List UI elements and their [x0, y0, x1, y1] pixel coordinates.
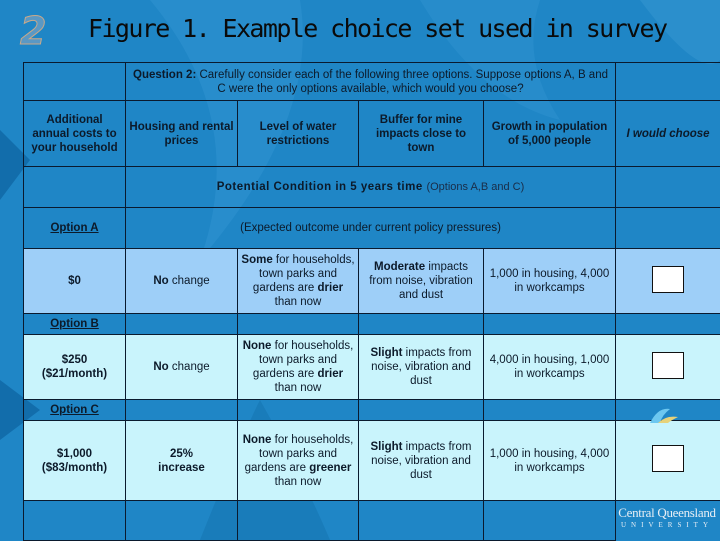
blank-cell	[238, 501, 359, 541]
blank-cell	[359, 501, 484, 541]
text: change	[169, 275, 210, 287]
blank-cell	[359, 400, 484, 421]
blank-cell	[24, 63, 126, 101]
blank-cell	[484, 400, 616, 421]
option-b-growth: 4,000 in housing, 1,000 in workcamps	[484, 335, 616, 400]
bold-text: Some	[241, 254, 272, 266]
blank-cell	[24, 501, 126, 541]
option-c-housing: 25% increase	[126, 421, 238, 501]
text: than now	[275, 476, 322, 488]
option-a-buffer: Moderate impacts from noise, vibration a…	[359, 249, 484, 314]
option-a-choose-cell	[616, 249, 720, 314]
text: change	[169, 361, 210, 373]
blank-cell	[126, 400, 238, 421]
option-a-note: (Expected outcome under current policy p…	[126, 208, 616, 249]
option-b-housing: No change	[126, 335, 238, 400]
option-b-water: None for households, town parks and gard…	[238, 335, 359, 400]
option-c-checkbox[interactable]	[652, 445, 684, 472]
text: 25%	[170, 448, 193, 460]
blank-cell	[616, 314, 720, 335]
header-row: Additional annual costs to your househol…	[24, 101, 720, 167]
option-b-checkbox[interactable]	[652, 352, 684, 379]
blank-cell	[616, 167, 720, 208]
option-c-choose-cell	[616, 421, 720, 501]
text: than now	[275, 382, 322, 394]
option-c-label-row: Option C	[24, 400, 720, 421]
bold-text: drier	[318, 368, 344, 380]
option-c-water: None for households, town parks and gard…	[238, 421, 359, 501]
blank-cell	[616, 208, 720, 249]
bold-text: greener	[309, 462, 351, 474]
bold-text: drier	[318, 282, 344, 294]
option-c-growth: 1,000 in housing, 4,000 in workcamps	[484, 421, 616, 501]
slide-number: 2	[20, 12, 46, 50]
text: ($21/month)	[42, 368, 107, 380]
option-b-buffer: Slight impacts from noise, vibration and…	[359, 335, 484, 400]
text: ($83/month)	[42, 462, 107, 474]
condition-subtitle: (Options A,B and C)	[426, 181, 524, 193]
bold-text: No	[153, 361, 168, 373]
blank-cell	[616, 63, 720, 101]
question-row: Question 2: Carefully consider each of t…	[24, 63, 720, 101]
bold-text: Slight	[371, 347, 403, 359]
question-body: Carefully consider each of the following…	[199, 69, 608, 95]
blank-cell	[484, 501, 616, 541]
question-label: Question 2:	[133, 69, 196, 81]
option-b-label: Option B	[24, 314, 126, 335]
header-buffer: Buffer for mine impacts close to town	[359, 101, 484, 167]
university-logo-icon	[648, 405, 688, 425]
option-b-row: $250 ($21/month) No change None for house…	[24, 335, 720, 400]
option-a-housing: No change	[126, 249, 238, 314]
blank-cell	[484, 314, 616, 335]
bold-text: Moderate	[374, 261, 425, 273]
bold-text: None	[243, 340, 272, 352]
header-choose: I would choose	[616, 101, 720, 167]
option-a-label: Option A	[24, 208, 126, 249]
blank-cell	[24, 167, 126, 208]
bold-text: None	[243, 434, 272, 446]
text: increase	[158, 462, 205, 474]
bold-text: Slight	[371, 441, 403, 453]
text: $1,000	[57, 448, 92, 460]
option-a-water: Some for households, town parks and gard…	[238, 249, 359, 314]
blank-cell	[238, 400, 359, 421]
blank-cell	[359, 314, 484, 335]
bold-text: No	[153, 275, 168, 287]
header-cost: Additional annual costs to your househol…	[24, 101, 126, 167]
option-c-cost: $1,000 ($83/month)	[24, 421, 126, 501]
text: $250	[62, 354, 88, 366]
question-text: Question 2: Carefully consider each of t…	[126, 63, 616, 101]
blank-cell	[238, 314, 359, 335]
text: than now	[275, 296, 322, 308]
condition-title: Potential Condition in 5 years time (Opt…	[126, 167, 616, 208]
option-a-checkbox[interactable]	[652, 266, 684, 293]
header-water: Level of water restrictions	[238, 101, 359, 167]
logo-line1: Central Queensland	[614, 506, 720, 520]
blank-cell	[126, 501, 238, 541]
header-growth: Growth in population of 5,000 people	[484, 101, 616, 167]
condition-title-text: Potential Condition in 5 years time	[217, 181, 423, 193]
option-a-cost: $0	[24, 249, 126, 314]
choice-set-table: Question 2: Carefully consider each of t…	[23, 62, 720, 541]
option-b-label-row: Option B	[24, 314, 720, 335]
option-c-row: $1,000 ($83/month) 25% increase None for h…	[24, 421, 720, 501]
option-c-label: Option C	[24, 400, 126, 421]
option-b-cost: $250 ($21/month)	[24, 335, 126, 400]
option-a-growth: 1,000 in housing, 4,000 in workcamps	[484, 249, 616, 314]
option-b-choose-cell	[616, 335, 720, 400]
option-a-row: $0 No change Some for households, town p…	[24, 249, 720, 314]
page-title: Figure 1. Example choice set used in sur…	[88, 16, 666, 41]
condition-row: Potential Condition in 5 years time (Opt…	[24, 167, 720, 208]
logo-line2: UNIVERSITY	[614, 520, 720, 530]
university-logo: Central Queensland UNIVERSITY	[614, 506, 720, 530]
option-a-label-row: Option A (Expected outcome under current…	[24, 208, 720, 249]
option-c-buffer: Slight impacts from noise, vibration and…	[359, 421, 484, 501]
blank-cell	[126, 314, 238, 335]
header-housing: Housing and rental prices	[126, 101, 238, 167]
